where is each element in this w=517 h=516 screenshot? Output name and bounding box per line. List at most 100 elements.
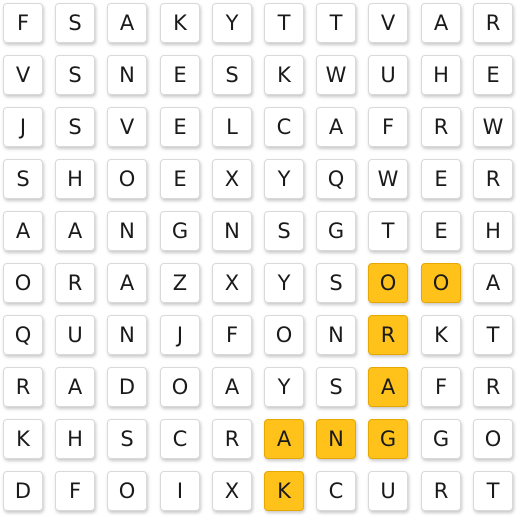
letter-tile-r8-c1[interactable]: H <box>55 419 95 459</box>
letter-tile-r5-c4[interactable]: X <box>212 263 252 303</box>
letter-tile-r9-c1[interactable]: F <box>55 471 95 511</box>
letter-tile-r0-c2[interactable]: A <box>107 3 147 43</box>
letter-tile-r4-c5[interactable]: S <box>264 211 304 251</box>
letter-tile-r7-c0[interactable]: R <box>3 367 43 407</box>
letter-tile-r0-c9[interactable]: R <box>473 3 513 43</box>
letter-tile-r0-c8[interactable]: A <box>421 3 461 43</box>
letter-tile-r7-c2[interactable]: D <box>107 367 147 407</box>
letter-tile-r9-c4[interactable]: X <box>212 471 252 511</box>
letter-tile-r2-c0[interactable]: J <box>3 107 43 147</box>
letter-tile-r2-c2[interactable]: V <box>107 107 147 147</box>
letter-tile-r1-c0[interactable]: V <box>3 55 43 95</box>
letter-tile-r4-c4[interactable]: N <box>212 211 252 251</box>
letter-tile-r3-c9[interactable]: R <box>473 159 513 199</box>
letter-tile-r7-c6[interactable]: S <box>316 367 356 407</box>
letter-tile-r7-c3[interactable]: O <box>160 367 200 407</box>
letter-tile-r4-c3[interactable]: G <box>160 211 200 251</box>
letter-tile-r5-c6[interactable]: S <box>316 263 356 303</box>
letter-tile-r2-c3[interactable]: E <box>160 107 200 147</box>
letter-tile-r3-c8[interactable]: E <box>421 159 461 199</box>
letter-tile-r3-c6[interactable]: Q <box>316 159 356 199</box>
letter-tile-r7-c1[interactable]: A <box>55 367 95 407</box>
letter-tile-r5-c0[interactable]: O <box>3 263 43 303</box>
letter-tile-r8-c2[interactable]: S <box>107 419 147 459</box>
letter-tile-r0-c7[interactable]: V <box>368 3 408 43</box>
letter-tile-r4-c8[interactable]: E <box>421 211 461 251</box>
letter-tile-r4-c0[interactable]: A <box>3 211 43 251</box>
letter-tile-r6-c3[interactable]: J <box>160 315 200 355</box>
letter-tile-r2-c8[interactable]: R <box>421 107 461 147</box>
letter-tile-r8-c6[interactable]: N <box>316 419 356 459</box>
letter-tile-r1-c5[interactable]: K <box>264 55 304 95</box>
letter-tile-r5-c1[interactable]: R <box>55 263 95 303</box>
letter-tile-r7-c8[interactable]: F <box>421 367 461 407</box>
letter-tile-r1-c8[interactable]: H <box>421 55 461 95</box>
letter-tile-r5-c3[interactable]: Z <box>160 263 200 303</box>
letter-tile-r6-c7[interactable]: R <box>368 315 408 355</box>
letter-tile-r6-c0[interactable]: Q <box>3 315 43 355</box>
letter-tile-r0-c1[interactable]: S <box>55 3 95 43</box>
letter-tile-r7-c4[interactable]: A <box>212 367 252 407</box>
letter-tile-r8-c0[interactable]: K <box>3 419 43 459</box>
letter-tile-r6-c6[interactable]: N <box>316 315 356 355</box>
letter-tile-r1-c2[interactable]: N <box>107 55 147 95</box>
letter-tile-r7-c5[interactable]: Y <box>264 367 304 407</box>
letter-tile-r5-c9[interactable]: A <box>473 263 513 303</box>
letter-tile-r3-c3[interactable]: E <box>160 159 200 199</box>
letter-tile-r3-c2[interactable]: O <box>107 159 147 199</box>
letter-tile-r2-c7[interactable]: F <box>368 107 408 147</box>
letter-tile-r0-c6[interactable]: T <box>316 3 356 43</box>
letter-tile-r8-c9[interactable]: O <box>473 419 513 459</box>
letter-tile-r9-c0[interactable]: D <box>3 471 43 511</box>
letter-tile-r9-c7[interactable]: U <box>368 471 408 511</box>
letter-tile-r4-c7[interactable]: T <box>368 211 408 251</box>
letter-tile-r0-c0[interactable]: F <box>3 3 43 43</box>
letter-tile-r5-c2[interactable]: A <box>107 263 147 303</box>
letter-tile-r4-c9[interactable]: H <box>473 211 513 251</box>
letter-tile-r8-c8[interactable]: G <box>421 419 461 459</box>
letter-tile-r0-c5[interactable]: T <box>264 3 304 43</box>
letter-tile-r3-c4[interactable]: X <box>212 159 252 199</box>
letter-tile-r9-c3[interactable]: I <box>160 471 200 511</box>
letter-tile-r3-c1[interactable]: H <box>55 159 95 199</box>
letter-tile-r6-c4[interactable]: F <box>212 315 252 355</box>
letter-tile-r6-c8[interactable]: K <box>421 315 461 355</box>
letter-tile-r1-c3[interactable]: E <box>160 55 200 95</box>
letter-tile-r6-c2[interactable]: N <box>107 315 147 355</box>
letter-tile-r6-c1[interactable]: U <box>55 315 95 355</box>
letter-tile-r1-c7[interactable]: U <box>368 55 408 95</box>
letter-tile-r3-c5[interactable]: Y <box>264 159 304 199</box>
letter-tile-r9-c6[interactable]: C <box>316 471 356 511</box>
letter-tile-r7-c7[interactable]: A <box>368 367 408 407</box>
letter-tile-r6-c9[interactable]: T <box>473 315 513 355</box>
letter-tile-r9-c8[interactable]: R <box>421 471 461 511</box>
letter-tile-r3-c0[interactable]: S <box>3 159 43 199</box>
letter-tile-r8-c4[interactable]: R <box>212 419 252 459</box>
letter-tile-r7-c9[interactable]: R <box>473 367 513 407</box>
letter-tile-r5-c5[interactable]: Y <box>264 263 304 303</box>
letter-tile-r1-c4[interactable]: S <box>212 55 252 95</box>
letter-tile-r2-c1[interactable]: S <box>55 107 95 147</box>
letter-tile-r5-c7[interactable]: O <box>368 263 408 303</box>
letter-tile-r4-c6[interactable]: G <box>316 211 356 251</box>
letter-tile-r2-c4[interactable]: L <box>212 107 252 147</box>
letter-tile-r9-c2[interactable]: O <box>107 471 147 511</box>
letter-tile-r2-c5[interactable]: C <box>264 107 304 147</box>
letter-tile-r8-c3[interactable]: C <box>160 419 200 459</box>
letter-tile-r1-c1[interactable]: S <box>55 55 95 95</box>
letter-tile-r1-c6[interactable]: W <box>316 55 356 95</box>
letter-tile-r6-c5[interactable]: O <box>264 315 304 355</box>
letter-tile-r4-c1[interactable]: A <box>55 211 95 251</box>
letter-tile-r2-c6[interactable]: A <box>316 107 356 147</box>
letter-tile-r8-c5[interactable]: A <box>264 419 304 459</box>
letter-tile-r8-c7[interactable]: G <box>368 419 408 459</box>
letter-tile-r0-c3[interactable]: K <box>160 3 200 43</box>
letter-tile-r9-c5[interactable]: K <box>264 471 304 511</box>
letter-tile-r3-c7[interactable]: W <box>368 159 408 199</box>
letter-tile-r0-c4[interactable]: Y <box>212 3 252 43</box>
letter-tile-r5-c8[interactable]: O <box>421 263 461 303</box>
letter-tile-r9-c9[interactable]: T <box>473 471 513 511</box>
letter-tile-r1-c9[interactable]: E <box>473 55 513 95</box>
letter-tile-r2-c9[interactable]: W <box>473 107 513 147</box>
letter-tile-r4-c2[interactable]: N <box>107 211 147 251</box>
